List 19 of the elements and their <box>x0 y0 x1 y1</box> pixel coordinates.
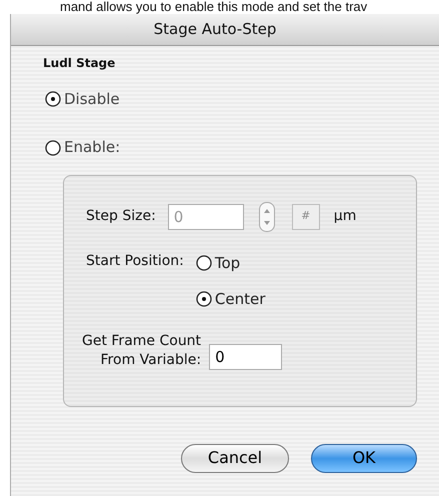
radio-icon[interactable] <box>196 254 212 271</box>
radio-icon[interactable] <box>196 291 212 307</box>
radio-icon[interactable] <box>45 140 61 156</box>
field-label: Step Size: <box>86 207 156 226</box>
ok-button[interactable]: OK <box>311 444 417 472</box>
radio-option[interactable]: Enable: <box>45 136 120 159</box>
stepper-control[interactable] <box>258 202 275 232</box>
input-field[interactable]: 0 <box>209 344 282 370</box>
unit-label: µm <box>334 207 356 226</box>
caption-text: mand allows you to enable this mode and set the trav <box>60 0 368 14</box>
cancel-button[interactable]: Cancel <box>181 444 289 472</box>
section-title: Ludl Stage <box>43 55 116 72</box>
radio-option[interactable]: Top <box>196 252 240 274</box>
radio-option[interactable]: Disable <box>45 88 120 110</box>
window-title: Stage Auto-Step <box>154 19 276 40</box>
field-label: Start Position: <box>86 252 184 270</box>
radio-icon[interactable] <box>45 91 61 108</box>
field-label: Get Frame Count From Variable: <box>82 332 202 370</box>
radio-option[interactable]: Center <box>196 288 266 310</box>
